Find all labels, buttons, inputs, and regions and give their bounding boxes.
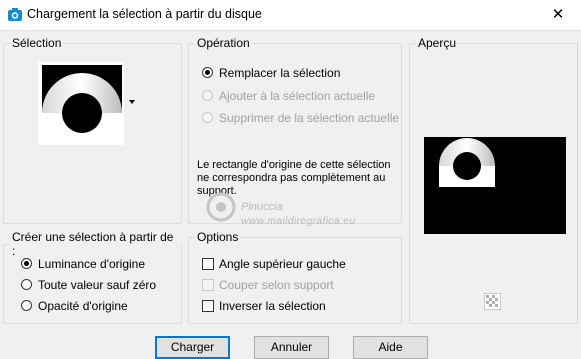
preview-image: [424, 137, 566, 234]
operation-info-text: Le rectangle d'origine de cette sélectio…: [197, 159, 391, 197]
close-icon: ✕: [551, 6, 565, 23]
radio-button[interactable]: [21, 258, 32, 269]
cancel-button[interactable]: Annuler: [254, 336, 329, 359]
radio-label: Opacité d'origine: [38, 299, 128, 313]
radio-label: Ajouter à la sélection actuelle: [219, 89, 376, 103]
options-legend: Options: [197, 230, 239, 244]
dropdown-triangle-icon[interactable]: [129, 100, 135, 104]
selection-thumbnail-image: [42, 65, 122, 143]
checkbox: [202, 279, 214, 291]
create-from-legend: Créer une sélection à partir de :: [12, 230, 174, 258]
selection-legend: Sélection: [12, 36, 62, 50]
checkbox-label: Angle supérieur gauche: [219, 257, 346, 271]
radio-label: Supprimer de la sélection actuelle: [219, 111, 400, 125]
radio-label: Toute valeur sauf zéro: [38, 278, 157, 292]
close-button[interactable]: ✕: [535, 0, 581, 30]
transparency-icon: [484, 293, 501, 310]
radio-label: Luminance d'origine: [38, 257, 146, 271]
checkbox-label: Inverser la sélection: [219, 299, 326, 313]
checkbox[interactable]: [202, 300, 214, 312]
help-button[interactable]: Aide: [353, 336, 428, 359]
radio-button: [202, 112, 213, 123]
operation-legend: Opération: [197, 36, 250, 50]
radio-button[interactable]: [21, 300, 32, 311]
title-bar: Chargement la sélection à partir du disq…: [0, 0, 581, 31]
app-icon: [8, 8, 22, 21]
radio-button[interactable]: [202, 67, 213, 78]
preview-image-drawing: [439, 138, 495, 187]
checkbox[interactable]: [202, 258, 214, 270]
selection-thumbnail[interactable]: [38, 62, 124, 145]
radio-button: [202, 90, 213, 101]
window-title: Chargement la sélection à partir du disq…: [27, 7, 262, 21]
radio-label: Remplacer la sélection: [219, 66, 341, 80]
load-button[interactable]: Charger: [155, 336, 230, 359]
preview-legend: Aperçu: [418, 36, 457, 50]
checkbox-label: Couper selon support: [219, 278, 334, 292]
radio-button[interactable]: [21, 279, 32, 290]
